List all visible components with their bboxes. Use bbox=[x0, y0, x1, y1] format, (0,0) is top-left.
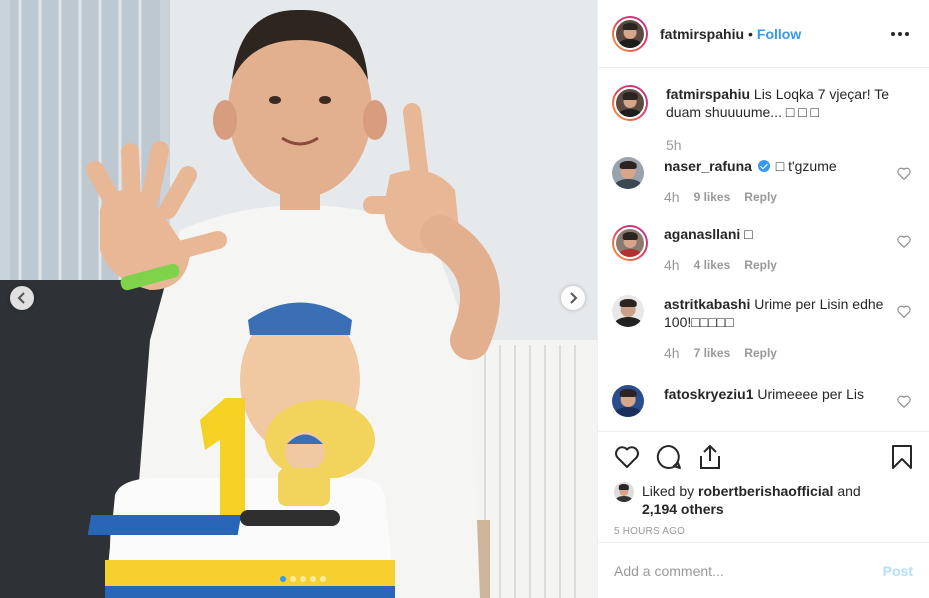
caption-avatar[interactable] bbox=[612, 85, 648, 121]
reply-button[interactable]: Reply bbox=[744, 190, 777, 204]
commenter-avatar[interactable] bbox=[612, 157, 644, 189]
comment-item: naser_rafuna □ t'gzume 4h 9 likes Reply bbox=[612, 157, 913, 205]
reply-button[interactable]: Reply bbox=[744, 258, 777, 272]
comment-body: Urimeeee per Lis bbox=[757, 386, 864, 402]
comment-time[interactable]: 4h bbox=[664, 257, 680, 273]
caption-time[interactable]: 5h bbox=[666, 137, 682, 153]
previous-slide-button[interactable] bbox=[10, 286, 34, 310]
post-photo[interactable] bbox=[0, 0, 597, 598]
likes-others[interactable]: 2,194 others bbox=[642, 501, 724, 517]
heart-icon bbox=[615, 446, 639, 468]
commenter-avatar[interactable] bbox=[612, 295, 644, 327]
more-options-button[interactable] bbox=[887, 28, 913, 40]
post-side-panel: fatmirspahiu • Follow fatmirspahiu Lis L… bbox=[597, 0, 929, 598]
like-button[interactable] bbox=[614, 445, 640, 469]
carousel-dot bbox=[290, 576, 296, 582]
reply-button[interactable]: Reply bbox=[744, 346, 777, 360]
liker-username[interactable]: robertberishaofficial bbox=[698, 483, 833, 499]
post-header: fatmirspahiu • Follow bbox=[598, 0, 929, 68]
commenter-username[interactable]: fatoskryeziu1 bbox=[664, 386, 753, 402]
like-comment-heart-icon[interactable] bbox=[897, 305, 911, 318]
save-button[interactable] bbox=[891, 444, 913, 470]
bookmark-icon bbox=[892, 445, 912, 469]
commenter-avatar[interactable] bbox=[612, 225, 648, 261]
share-upload-icon bbox=[700, 444, 720, 469]
caption-text: fatmirspahiu Lis Loqka 7 vjeçar! Te duam… bbox=[666, 85, 891, 121]
comment-text: astritkabashi Urime per Lisin edhe 100!□… bbox=[664, 295, 889, 331]
commenter-username[interactable]: naser_rafuna bbox=[664, 158, 752, 174]
add-comment-bar: Post bbox=[598, 542, 929, 598]
post-timestamp[interactable]: 5 HOURS AGO bbox=[614, 526, 913, 537]
comment-time[interactable]: 4h bbox=[664, 345, 680, 361]
comment-likes[interactable]: 7 likes bbox=[694, 346, 731, 360]
follow-button[interactable]: Follow bbox=[757, 26, 801, 42]
chevron-left-icon bbox=[17, 292, 25, 304]
likes-summary: Liked by robertberishaofficial and 2,194… bbox=[614, 482, 913, 518]
commenter-username[interactable]: aganasllani bbox=[664, 226, 740, 242]
add-comment-input[interactable] bbox=[614, 562, 883, 579]
post-comment-button[interactable]: Post bbox=[883, 563, 913, 579]
carousel-dot bbox=[300, 576, 306, 582]
carousel-dot bbox=[310, 576, 316, 582]
comment-item: fatoskryeziu1 Urimeeee per Lis bbox=[612, 385, 913, 417]
comment-button[interactable] bbox=[656, 444, 682, 470]
comment-text: aganasllani □ bbox=[664, 225, 889, 243]
carousel-indicator bbox=[280, 576, 326, 582]
author-username[interactable]: fatmirspahiu bbox=[660, 26, 744, 42]
comment-body: □ bbox=[744, 226, 753, 242]
like-comment-heart-icon[interactable] bbox=[897, 235, 911, 248]
share-button[interactable] bbox=[698, 444, 722, 470]
post-image bbox=[0, 0, 597, 598]
verified-badge-icon bbox=[757, 160, 770, 172]
comment-text: naser_rafuna □ t'gzume bbox=[664, 157, 889, 175]
more-dot bbox=[891, 31, 895, 36]
likes-prefix: Liked by bbox=[642, 483, 695, 499]
next-slide-button[interactable] bbox=[561, 286, 585, 310]
post-actions: Liked by robertberishaofficial and 2,194… bbox=[598, 431, 929, 543]
comment-likes[interactable]: 9 likes bbox=[694, 190, 731, 204]
carousel-dot bbox=[320, 576, 326, 582]
likes-connector: and bbox=[837, 483, 861, 499]
comments-list[interactable]: fatmirspahiu Lis Loqka 7 vjeçar! Te duam… bbox=[598, 69, 929, 430]
more-dot bbox=[905, 31, 909, 36]
comment-time[interactable]: 4h bbox=[664, 189, 680, 205]
commenter-username[interactable]: astritkabashi bbox=[664, 296, 750, 312]
carousel-dot bbox=[280, 576, 286, 582]
comment-item: astritkabashi Urime per Lisin edhe 100!□… bbox=[612, 295, 913, 361]
like-comment-heart-icon[interactable] bbox=[897, 395, 911, 408]
chevron-right-icon bbox=[570, 292, 578, 304]
comment-bubble-icon bbox=[656, 444, 681, 469]
comment-body: □ t'gzume bbox=[775, 158, 837, 174]
liker-avatar[interactable] bbox=[614, 482, 634, 502]
caption-username[interactable]: fatmirspahiu bbox=[666, 86, 750, 102]
more-dot bbox=[898, 31, 902, 36]
comment-item: aganasllani □ 4h 4 likes Reply bbox=[612, 225, 913, 273]
comment-likes[interactable]: 4 likes bbox=[694, 258, 731, 272]
comment-text: fatoskryeziu1 Urimeeee per Lis bbox=[664, 385, 889, 403]
author-avatar[interactable] bbox=[612, 15, 648, 52]
commenter-avatar[interactable] bbox=[612, 385, 644, 417]
like-comment-heart-icon[interactable] bbox=[897, 167, 911, 180]
caption: fatmirspahiu Lis Loqka 7 vjeçar! Te duam… bbox=[612, 85, 913, 153]
separator: • bbox=[748, 25, 753, 42]
